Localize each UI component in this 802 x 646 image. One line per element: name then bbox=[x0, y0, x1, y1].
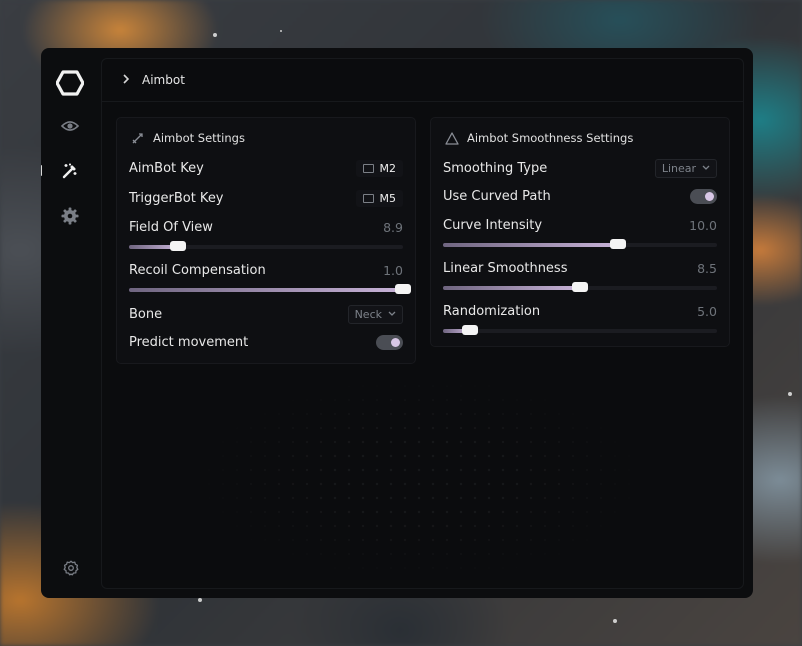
triggerbot-key-label: TriggerBot Key bbox=[129, 190, 224, 206]
predict-toggle[interactable] bbox=[376, 334, 403, 350]
slider-thumb[interactable] bbox=[395, 284, 411, 294]
recoil-slider[interactable] bbox=[129, 284, 411, 294]
fov-label: Field Of View bbox=[129, 219, 213, 235]
randomization-value: 5.0 bbox=[697, 303, 717, 319]
triangle-icon bbox=[445, 131, 459, 145]
curved-path-label: Use Curved Path bbox=[443, 188, 551, 204]
predict-row: Predict movement bbox=[129, 332, 403, 352]
breadcrumb-label: Aimbot bbox=[142, 73, 185, 87]
settings-icon[interactable] bbox=[61, 558, 81, 578]
linear-smoothness-value: 8.5 bbox=[697, 260, 717, 276]
smoothing-type-select[interactable]: Linear bbox=[654, 158, 717, 178]
dot-grid-decoration bbox=[202, 379, 642, 579]
gear-icon[interactable] bbox=[60, 206, 80, 226]
smoothing-type-selected: Linear bbox=[661, 161, 696, 175]
active-indicator bbox=[41, 165, 42, 176]
bone-selected: Neck bbox=[354, 307, 382, 321]
crosshair-arrow-icon bbox=[131, 131, 145, 145]
toggle-knob bbox=[705, 191, 714, 201]
slider-fill bbox=[443, 243, 619, 247]
wand-icon[interactable] bbox=[41, 161, 80, 181]
randomization-label: Randomization bbox=[443, 303, 541, 319]
predict-label: Predict movement bbox=[129, 334, 249, 350]
curved-path-row: Use Curved Path bbox=[443, 186, 717, 206]
eye-icon[interactable] bbox=[60, 116, 80, 136]
randomization-slider[interactable] bbox=[443, 325, 717, 335]
aimbot-settings-title: Aimbot Settings bbox=[153, 131, 245, 145]
slider-fill bbox=[443, 286, 580, 290]
aimbot-key-binding[interactable]: M2 bbox=[355, 159, 403, 177]
background-sparkle bbox=[613, 619, 617, 623]
fov-slider[interactable] bbox=[129, 241, 403, 251]
recoil-label: Recoil Compensation bbox=[129, 262, 266, 278]
breadcrumb: Aimbot bbox=[102, 59, 743, 102]
slider-thumb[interactable] bbox=[170, 241, 187, 251]
curve-intensity-row: Curve Intensity 10.0 bbox=[443, 215, 717, 235]
curved-path-toggle[interactable] bbox=[690, 188, 717, 204]
keyboard-icon bbox=[362, 163, 374, 173]
triggerbot-key-row: TriggerBot Key M5 bbox=[129, 188, 403, 208]
background-sparkle bbox=[788, 392, 792, 396]
chevron-right-icon[interactable] bbox=[122, 73, 130, 87]
randomization-row: Randomization 5.0 bbox=[443, 301, 717, 321]
curve-intensity-slider[interactable] bbox=[443, 239, 717, 249]
app-window: Aimbot Aimbot Settings AimBot Key M2 Tri… bbox=[41, 48, 753, 598]
smoothing-type-label: Smoothing Type bbox=[443, 160, 548, 176]
toggle-knob bbox=[391, 337, 400, 347]
slider-fill bbox=[129, 288, 403, 292]
triggerbot-key-binding[interactable]: M5 bbox=[355, 189, 403, 207]
background-sparkle bbox=[280, 30, 282, 32]
hexagon-logo-icon[interactable] bbox=[55, 70, 85, 96]
aimbot-key-row: AimBot Key M2 bbox=[129, 158, 403, 178]
recoil-value: 1.0 bbox=[383, 262, 403, 278]
background-sparkle bbox=[213, 33, 217, 37]
triggerbot-key-value: M5 bbox=[379, 191, 397, 205]
aimbot-key-label: AimBot Key bbox=[129, 160, 204, 176]
smoothness-settings-title: Aimbot Smoothness Settings bbox=[467, 131, 634, 145]
fov-value: 8.9 bbox=[383, 219, 403, 235]
main-content: Aimbot Aimbot Settings AimBot Key M2 Tri… bbox=[101, 58, 744, 589]
chevron-down-icon bbox=[388, 311, 396, 316]
slider-thumb[interactable] bbox=[610, 239, 627, 249]
linear-smoothness-slider[interactable] bbox=[443, 282, 717, 292]
keyboard-icon bbox=[362, 193, 374, 203]
linear-smoothness-label: Linear Smoothness bbox=[443, 260, 568, 276]
linear-smoothness-row: Linear Smoothness 8.5 bbox=[443, 258, 717, 278]
sidebar bbox=[41, 48, 99, 598]
slider-thumb[interactable] bbox=[462, 325, 479, 335]
curve-intensity-label: Curve Intensity bbox=[443, 217, 543, 233]
curve-intensity-value: 10.0 bbox=[689, 217, 717, 233]
smoothness-settings-panel: Aimbot Smoothness Settings Smoothing Typ… bbox=[430, 117, 730, 347]
aimbot-settings-panel: Aimbot Settings AimBot Key M2 TriggerBot… bbox=[116, 117, 416, 364]
aimbot-key-value: M2 bbox=[379, 161, 397, 175]
smoothing-type-row: Smoothing Type Linear bbox=[443, 158, 717, 178]
chevron-down-icon bbox=[702, 165, 710, 170]
bone-row: Bone Neck bbox=[129, 304, 403, 324]
fov-row: Field Of View 8.9 bbox=[129, 217, 403, 237]
recoil-row: Recoil Compensation 1.0 bbox=[129, 260, 403, 280]
background-sparkle bbox=[198, 598, 202, 602]
panel-title: Aimbot Settings bbox=[117, 118, 415, 158]
bone-select[interactable]: Neck bbox=[347, 304, 403, 324]
bone-label: Bone bbox=[129, 306, 163, 322]
panel-title: Aimbot Smoothness Settings bbox=[431, 118, 729, 158]
slider-thumb[interactable] bbox=[572, 282, 588, 292]
